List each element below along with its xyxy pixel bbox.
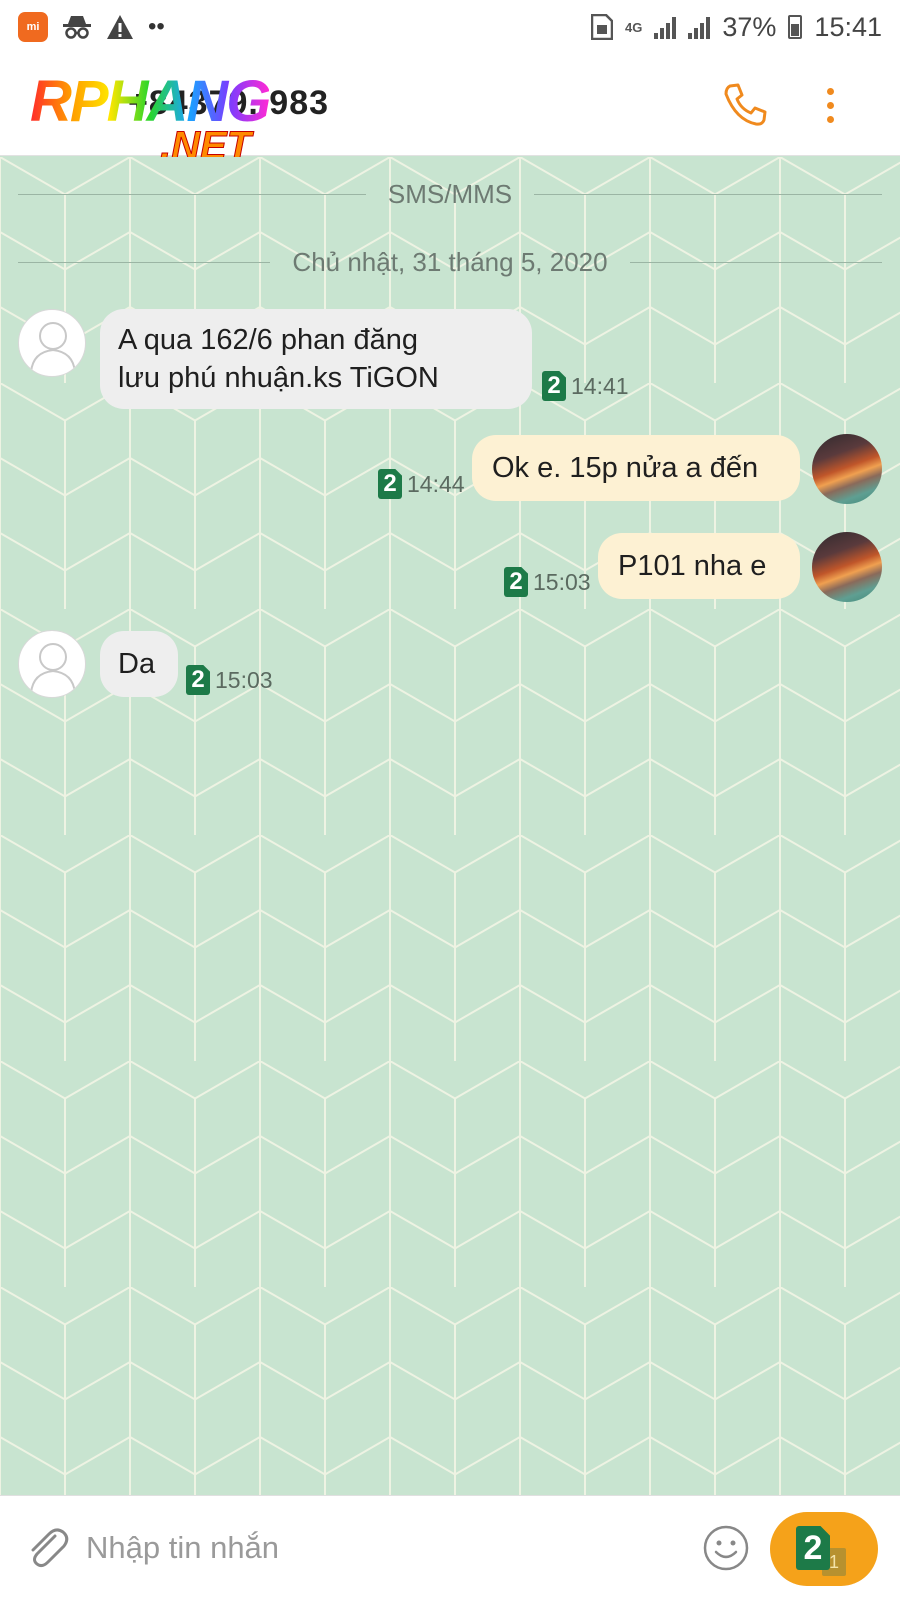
message-text-line: lưu phú nhuận.ks TiGON (118, 362, 439, 394)
clock: 15:41 (814, 11, 882, 42)
message-meta: 2 15:03 (504, 567, 591, 597)
phone-icon (724, 83, 767, 126)
message-meta: 2 15:03 (186, 665, 273, 695)
send-button[interactable]: 1 2 (770, 1512, 878, 1586)
smiley-icon (703, 1525, 749, 1571)
sim2-icon: 2 (504, 567, 528, 597)
person-icon (30, 643, 76, 694)
message-bubble-outgoing[interactable]: Ok e. 15p nửa a đến (472, 435, 800, 501)
channel-divider: SMS/MMS (18, 179, 883, 210)
message-bubble-outgoing[interactable]: P101 nha e (598, 533, 800, 599)
battery-icon (788, 15, 803, 39)
message-meta: 2 14:44 (378, 469, 465, 499)
message-text-line: A qua 162/6 phan đăng (118, 324, 418, 356)
conversation-header: +84379..983 RPHANG .NET (0, 54, 900, 169)
message-bubble-incoming[interactable]: A qua 162/6 phan đăng lưu phú nhuận.ks T… (100, 309, 532, 409)
user-avatar[interactable] (812, 532, 882, 602)
message-list[interactable]: SMS/MMS Chủ nhật, 31 tháng 5, 2020 A qua… (0, 157, 900, 1495)
message-text: Da (118, 648, 156, 680)
divider-line (629, 262, 882, 263)
signal-icon (654, 15, 677, 39)
network-type: 4G (625, 19, 643, 35)
more-options-button[interactable] (815, 80, 845, 130)
message-text: Ok e. 15p nửa a đến (492, 452, 759, 484)
more-dots-icon: •• (148, 13, 165, 40)
person-icon (30, 322, 76, 373)
divider-line (18, 194, 366, 195)
message-time: 14:41 (571, 372, 629, 399)
message-time: 15:03 (533, 568, 591, 595)
sim2-icon: 2 (378, 469, 402, 499)
attach-button[interactable] (22, 1524, 72, 1574)
status-right-icons: 4G 37% 15:41 (591, 12, 882, 43)
watermark-logo: RPHANG .NET (30, 68, 330, 169)
sim-card-icon (591, 14, 614, 40)
sim2-icon: 2 (796, 1526, 830, 1570)
contact-avatar[interactable] (18, 630, 86, 698)
emoji-button[interactable] (702, 1524, 750, 1572)
status-left-icons: mi •• (18, 12, 165, 42)
battery-percent: 37% (722, 11, 777, 42)
message-time: 14:44 (407, 470, 465, 497)
warning-icon (107, 15, 133, 39)
call-button[interactable] (720, 80, 770, 130)
message-meta: 2 14:41 (542, 371, 629, 401)
sim2-icon: 2 (542, 371, 566, 401)
message-time: 15:03 (215, 666, 273, 693)
divider-line (534, 194, 883, 195)
more-vertical-icon-dot (826, 115, 834, 123)
user-avatar[interactable] (812, 434, 882, 504)
status-bar: mi •• 4G 37% 15:41 (0, 0, 900, 54)
mi-app-icon: mi (18, 12, 48, 42)
paperclip-icon (31, 1528, 69, 1568)
message-bubble-incoming[interactable]: Da (100, 631, 178, 697)
incognito-icon (63, 16, 91, 39)
divider-line (18, 262, 271, 263)
message-composer: 1 2 (0, 1495, 900, 1600)
channel-label: SMS/MMS (387, 179, 513, 209)
more-vertical-icon-dot (826, 101, 834, 109)
date-divider: Chủ nhật, 31 tháng 5, 2020 (18, 247, 882, 278)
message-input[interactable] (86, 1524, 666, 1572)
signal-icon-2 (688, 15, 711, 39)
message-text: P101 nha e (618, 550, 767, 582)
sim2-icon: 2 (186, 665, 210, 695)
contact-avatar[interactable] (18, 309, 86, 377)
more-vertical-icon (826, 87, 834, 95)
date-label: Chủ nhật, 31 tháng 5, 2020 (292, 247, 608, 277)
